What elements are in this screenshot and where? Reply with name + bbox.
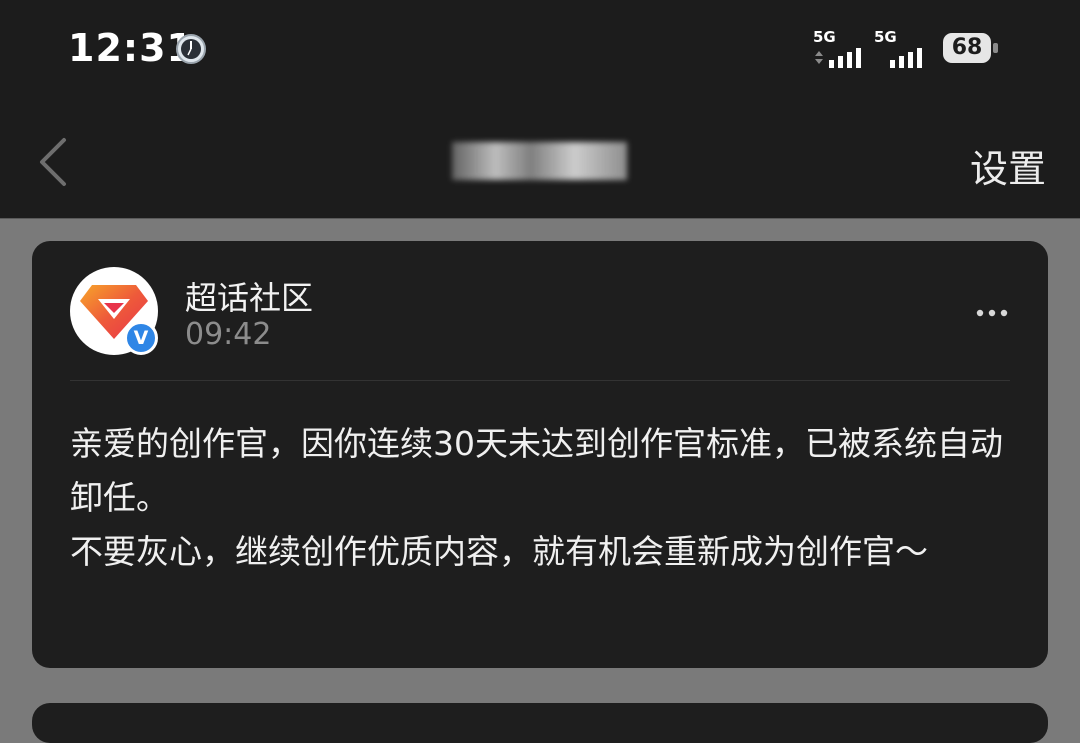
battery-indicator: 68 [943, 33, 999, 63]
signal-label-2: 5G [874, 28, 897, 46]
page-title-redacted [452, 142, 627, 180]
sender-name[interactable]: 超话社区 [185, 273, 313, 319]
message-line-1: 亲爱的创作官，因你连续30天未达到创作官标准，已被系统自动卸任。 [70, 424, 1003, 517]
signal-bars-icon [815, 48, 861, 68]
message-card: V 超话社区 09:42 亲爱的创作官，因你连续30天未达到创作官标准，已被系统… [32, 241, 1048, 668]
divider [70, 380, 1010, 381]
status-bar: 12:31 5G 5G 68 [0, 0, 1080, 100]
message-body: 亲爱的创作官，因你连续30天未达到创作官标准，已被系统自动卸任。 不要灰心，继续… [70, 417, 1015, 579]
verified-badge: V [124, 321, 158, 355]
message-line-2: 不要灰心，继续创作优质内容，就有机会重新成为创作官～ [70, 532, 928, 571]
chevron-left-icon[interactable] [30, 132, 80, 192]
navigation-bar: 设置 [0, 100, 1080, 219]
battery-level: 68 [951, 35, 983, 60]
signal-bars-icon [890, 48, 922, 68]
signal-label-1: 5G [813, 28, 836, 46]
message-time: 09:42 [185, 317, 272, 352]
watch-face-icon [176, 34, 206, 64]
next-message-card [32, 703, 1048, 743]
ellipsis-icon[interactable] [972, 293, 1012, 333]
settings-button[interactable]: 设置 [970, 138, 1046, 193]
avatar[interactable]: V [70, 267, 158, 355]
